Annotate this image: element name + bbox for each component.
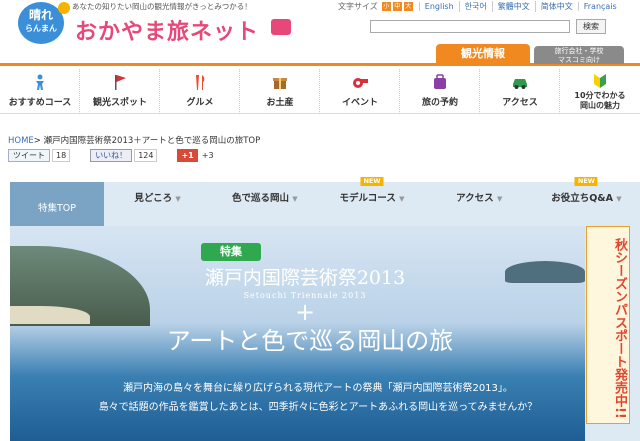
suitcase-icon <box>434 74 446 89</box>
tab-travel-line2: マスコミ向け <box>558 56 600 64</box>
search-input[interactable] <box>370 20 570 33</box>
chevron-down-icon: ▼ <box>616 195 622 203</box>
lang-english-link[interactable]: English <box>418 1 459 11</box>
tab-tourism-info[interactable]: 観光情報 <box>436 44 530 64</box>
new-badge: NEW <box>574 177 598 186</box>
chevron-down-icon: ▼ <box>175 195 181 203</box>
site-title[interactable]: おかやま旅ネット <box>75 14 259 46</box>
hero-description-2: 島々で話題の作品を鑑賞したあとは、四季折々に色彩とアートあふれる岡山を巡ってみま… <box>98 402 538 413</box>
breadcrumb-home-link[interactable]: HOME <box>8 136 34 146</box>
person-icon <box>36 74 44 90</box>
feature-menu-label: 色で巡る岡山 <box>231 193 289 204</box>
main-nav: おすすめコース 観光スポット グルメ お土産 イベント 旅の予約 アクセス 10… <box>0 69 640 114</box>
nav-label: アクセス <box>502 98 538 108</box>
gift-icon <box>273 78 287 89</box>
google-plus-count: +3 <box>201 150 214 160</box>
nav-label: 旅の予約 <box>421 98 458 108</box>
feature-menu-model-course[interactable]: NEW モデルコース ▼ <box>318 177 425 210</box>
feature-menu-label: 見どころ <box>134 193 173 204</box>
feature-menu-label: モデルコース <box>339 193 396 204</box>
bag-icon <box>271 19 291 35</box>
hero-title: 瀬戸内国際芸術祭2013 <box>204 267 406 289</box>
nav-label: おすすめコース <box>8 98 72 108</box>
flag-icon <box>115 75 126 90</box>
font-size-medium-button[interactable]: 中 <box>392 1 402 11</box>
lang-french-link[interactable]: Français <box>577 1 622 11</box>
logo-line1: 晴れ <box>28 8 53 22</box>
feature-menu-color-tour[interactable]: 色で巡る岡山 ▼ <box>211 188 318 210</box>
lang-korean-link[interactable]: 한국어 <box>458 0 492 12</box>
nav-label: お土産 <box>266 98 294 108</box>
nav-label: グルメ <box>186 98 214 108</box>
beginner-icon <box>594 74 606 88</box>
cutlery-icon <box>196 75 205 90</box>
like-count: 124 <box>134 148 158 162</box>
feature-tab-top[interactable]: 特集TOP <box>10 182 104 227</box>
nav-label-line2: 岡山の魅力 <box>580 101 620 110</box>
language-bar: 文字サイズ 小 中 大 English 한국어 繁體中文 简体中文 França… <box>338 0 622 12</box>
season-passport-promo[interactable]: 秋シーズンパスポート発売中!! <box>586 226 630 424</box>
breadcrumb-current: > 瀬戸内国際芸術祭2013＋アートと色で巡る岡山の旅TOP <box>33 136 261 146</box>
nav-label: 10分でわかる 岡山の魅力 <box>560 91 640 111</box>
nav-item-gourmet[interactable]: グルメ <box>160 69 240 114</box>
tweet-button[interactable]: ツイート <box>8 148 50 162</box>
nav-item-sightseeing-spot[interactable]: 観光スポット <box>80 69 160 114</box>
search-button[interactable]: 検索 <box>576 19 606 34</box>
nav-label: イベント <box>341 98 378 108</box>
nav-label: 観光スポット <box>92 98 147 108</box>
font-size-large-button[interactable]: 大 <box>403 1 413 11</box>
tagline: あなたの知りたい岡山の観光情報がきっとみつかる！ <box>72 2 252 11</box>
nav-item-event[interactable]: イベント <box>320 69 400 114</box>
feature-menu-access[interactable]: アクセス ▼ <box>426 188 533 210</box>
google-plus-button[interactable]: +1 <box>177 148 198 162</box>
facebook-like-button[interactable]: いいね！ <box>90 148 133 162</box>
site-header: 晴れ らんまん あなたの知りたい岡山の観光情報がきっとみつかる！ おかやま旅ネッ… <box>0 0 640 46</box>
breadcrumb: HOME> 瀬戸内国際芸術祭2013＋アートと色で巡る岡山の旅TOP <box>8 134 260 146</box>
nav-item-access[interactable]: アクセス <box>480 69 560 114</box>
logo-line2: らんまん <box>25 24 57 33</box>
chevron-down-icon: ▼ <box>399 195 405 203</box>
tweet-count: 18 <box>52 148 71 162</box>
hero-description-1: 瀬戸内海の島々を舞台に繰り広げられる現代アートの祭典「瀬戸内国際芸術祭2013」… <box>123 383 513 394</box>
social-buttons: ツイート 18 いいね！ 124 +1 +3 <box>8 148 214 162</box>
chevron-down-icon: ▼ <box>292 195 298 203</box>
whistle-icon <box>353 78 368 88</box>
font-size-small-button[interactable]: 小 <box>381 1 391 11</box>
feature-menu-highlights[interactable]: 見どころ ▼ <box>104 188 211 210</box>
nav-item-recommended-course[interactable]: おすすめコース <box>0 69 80 114</box>
category-tabs: 観光情報 旅行会社・学校 マスコミ向け <box>0 44 640 66</box>
special-feature-badge: 特集 <box>201 243 261 261</box>
lang-simplified-chinese-link[interactable]: 简体中文 <box>534 0 578 12</box>
new-badge: NEW <box>360 177 384 186</box>
tab-travel-line1: 旅行会社・学校 <box>554 47 604 55</box>
tab-travel-agency[interactable]: 旅行会社・学校 マスコミ向け <box>534 46 624 64</box>
nav-item-travel-booking[interactable]: 旅の予約 <box>400 69 480 114</box>
island-shape <box>505 261 585 283</box>
nav-label-line1: 10分でわかる <box>574 91 626 100</box>
car-icon <box>513 79 527 89</box>
feature-menu: 見どころ ▼ 色で巡る岡山 ▼ NEW モデルコース ▼ アクセス ▼ NEW お役… <box>104 177 640 210</box>
feature-menu-label: お役立ちQ&A <box>551 193 613 204</box>
chevron-down-icon: ▼ <box>496 195 503 203</box>
font-size-label: 文字サイズ <box>338 1 378 11</box>
nav-item-okayama-charm[interactable]: 10分でわかる 岡山の魅力 <box>560 69 640 114</box>
lang-traditional-chinese-link[interactable]: 繁體中文 <box>491 0 535 12</box>
feature-menu-label: アクセス <box>456 193 494 204</box>
sun-icon <box>58 2 70 14</box>
nav-item-souvenir[interactable]: お土産 <box>240 69 320 114</box>
feature-menu-faq[interactable]: NEW お役立ちQ&A ▼ <box>533 177 640 210</box>
hero-title-2: アートと色で巡る岡山の旅 <box>166 327 454 355</box>
beach-shape <box>10 306 90 324</box>
